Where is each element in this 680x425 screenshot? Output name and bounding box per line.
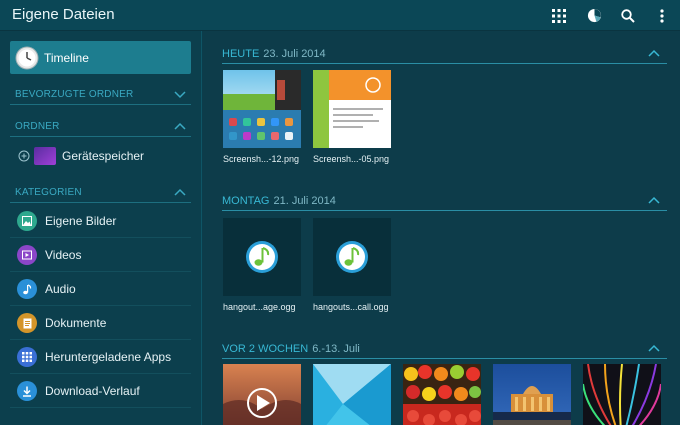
download-icon — [17, 381, 37, 401]
image-thumbnail — [493, 364, 571, 425]
more-options-button[interactable] — [647, 0, 677, 31]
documents-label: Dokumente — [45, 316, 107, 330]
sidebar-item-downloaded-apps[interactable]: Heruntergeladene Apps — [10, 341, 191, 374]
group-header-monday[interactable]: MONTAG 21. Juli 2014 — [222, 193, 667, 211]
file-thumbnail-image[interactable] — [583, 364, 661, 425]
file-thumbnail-image[interactable] — [493, 364, 571, 425]
chevron-up-icon — [648, 344, 660, 352]
device-storage-label: Gerätespeicher — [62, 148, 145, 163]
timeline-content: HEUTE 23. Juli 2014 Screensh...-12.png S… — [203, 31, 680, 425]
group-date: 6.-13. Juli — [312, 343, 360, 355]
file-thumbnail-video[interactable] — [223, 364, 301, 425]
screenshot-thumbnail-image — [223, 70, 301, 148]
sidebar-item-audio[interactable]: Audio — [10, 273, 191, 306]
sidebar-item-device-storage[interactable]: Gerätespeicher — [10, 139, 191, 172]
grid-view-button[interactable] — [544, 0, 574, 31]
group-when: VOR 2 WOCHEN 6.-13. Juli — [222, 343, 360, 355]
file-thumbnail-image[interactable] — [313, 364, 391, 425]
sidebar-item-documents[interactable]: Dokumente — [10, 307, 191, 340]
file-name: hangout...age.ogg — [223, 302, 296, 312]
chevron-up-icon — [648, 196, 660, 204]
group-header-today[interactable]: HEUTE 23. Juli 2014 — [222, 46, 667, 64]
image-thumbnail — [313, 364, 391, 425]
file-thumbnail-audio[interactable] — [313, 218, 391, 296]
group-when: HEUTE 23. Juli 2014 — [222, 48, 326, 60]
file-thumbnail-audio[interactable] — [223, 218, 301, 296]
image-thumbnail — [583, 364, 661, 425]
favorites-section-header[interactable]: BEVORZUGTE ORDNER — [10, 87, 191, 105]
expand-icon[interactable] — [18, 150, 30, 162]
group-date: 23. Juli 2014 — [263, 48, 326, 60]
file-name: Screensh...-12.png — [223, 154, 300, 164]
chevron-up-icon — [174, 122, 186, 130]
device-storage-icon — [34, 146, 56, 165]
document-icon — [17, 313, 37, 333]
app-bar: Eigene Dateien — [0, 0, 680, 31]
folders-section-header[interactable]: ORDNER — [10, 119, 191, 137]
images-label: Eigene Bilder — [45, 214, 117, 228]
file-thumbnail-screenshot[interactable] — [313, 70, 391, 148]
videos-label: Videos — [45, 248, 82, 262]
categories-section-header[interactable]: KATEGORIEN — [10, 185, 191, 203]
video-icon — [17, 245, 37, 265]
categories-header-label: KATEGORIEN — [15, 187, 82, 198]
search-button[interactable] — [613, 0, 643, 31]
group-date: 21. Juli 2014 — [273, 195, 336, 207]
app-title: Eigene Dateien — [12, 6, 115, 23]
sidebar: Timeline BEVORZUGTE ORDNER ORDNER Geräte… — [0, 31, 202, 425]
more-options-icon — [660, 8, 664, 23]
group-when: MONTAG 21. Juli 2014 — [222, 195, 336, 207]
image-thumbnail — [403, 364, 481, 425]
chevron-down-icon — [174, 91, 186, 99]
video-thumbnail-image — [223, 364, 301, 425]
audio-label: Audio — [45, 282, 76, 296]
music-note-icon — [246, 241, 278, 273]
sidebar-item-images[interactable]: Eigene Bilder — [10, 205, 191, 238]
group-header-two-weeks-ago[interactable]: VOR 2 WOCHEN 6.-13. Juli — [222, 341, 667, 359]
screenshot-thumbnail-image — [313, 70, 391, 148]
timeline-label: Timeline — [44, 50, 89, 65]
grid-view-icon — [552, 8, 566, 23]
chevron-up-icon — [174, 188, 186, 196]
images-icon — [17, 211, 37, 231]
file-thumbnail-screenshot[interactable] — [223, 70, 301, 148]
folders-header-label: ORDNER — [15, 121, 60, 132]
downloaded-apps-label: Heruntergeladene Apps — [45, 350, 172, 364]
download-history-label: Download-Verlauf — [45, 384, 140, 398]
file-name: hangouts...call.ogg — [313, 302, 389, 312]
storage-usage-icon — [587, 8, 601, 23]
music-note-icon — [336, 241, 368, 273]
sidebar-item-timeline[interactable]: Timeline — [10, 41, 191, 74]
apps-icon — [17, 347, 37, 367]
file-name: Screensh...-05.png — [313, 154, 390, 164]
sidebar-item-videos[interactable]: Videos — [10, 239, 191, 272]
favorites-header-label: BEVORZUGTE ORDNER — [15, 89, 134, 100]
search-icon — [621, 8, 635, 23]
file-thumbnail-image[interactable] — [403, 364, 481, 425]
music-note-icon — [17, 279, 37, 299]
clock-icon — [15, 46, 39, 69]
chevron-up-icon — [648, 49, 660, 57]
sidebar-item-download-history[interactable]: Download-Verlauf — [10, 375, 191, 408]
storage-usage-button[interactable] — [579, 0, 609, 31]
